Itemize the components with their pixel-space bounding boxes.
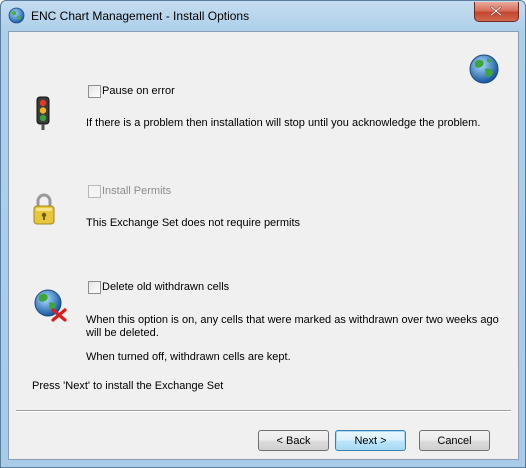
globe-delete-icon (34, 289, 67, 322)
window-title: ENC Chart Management - Install Options (31, 9, 250, 23)
close-button[interactable] (474, 2, 519, 22)
delete-withdrawn-description: When this option is on, any cells that w… (86, 314, 499, 326)
install-permits-label[interactable]: Install Permits (102, 185, 171, 197)
dialog-content: Pause on error If there is a problem the… (8, 31, 519, 460)
delete-withdrawn-off-note: When turned off, withdrawn cells are kep… (86, 351, 291, 363)
delete-withdrawn-checkbox[interactable] (88, 281, 101, 294)
padlock-icon (33, 193, 55, 225)
dialog-window: ENC Chart Management - Install Options P… (0, 0, 526, 468)
delete-withdrawn-label[interactable]: Delete old withdrawn cells (102, 281, 229, 293)
back-button[interactable]: < Back (258, 430, 329, 451)
install-permits-checkbox[interactable] (88, 185, 101, 198)
pause-on-error-label[interactable]: Pause on error (102, 85, 175, 97)
next-button[interactable]: Next > (335, 430, 406, 451)
globe-icon (8, 7, 25, 24)
footer-instruction: Press 'Next' to install the Exchange Set (32, 380, 224, 392)
title-bar[interactable]: ENC Chart Management - Install Options (1, 1, 525, 31)
traffic-light-icon (36, 96, 50, 130)
cancel-button[interactable]: Cancel (419, 430, 490, 451)
separator (16, 410, 511, 412)
pause-on-error-checkbox[interactable] (88, 85, 101, 98)
close-icon (490, 6, 502, 16)
pause-on-error-description: If there is a problem then installation … (86, 117, 481, 129)
install-permits-description: This Exchange Set does not require permi… (86, 217, 301, 229)
globe-icon (469, 54, 499, 84)
delete-withdrawn-description-cont: will be deleted. (86, 327, 159, 339)
